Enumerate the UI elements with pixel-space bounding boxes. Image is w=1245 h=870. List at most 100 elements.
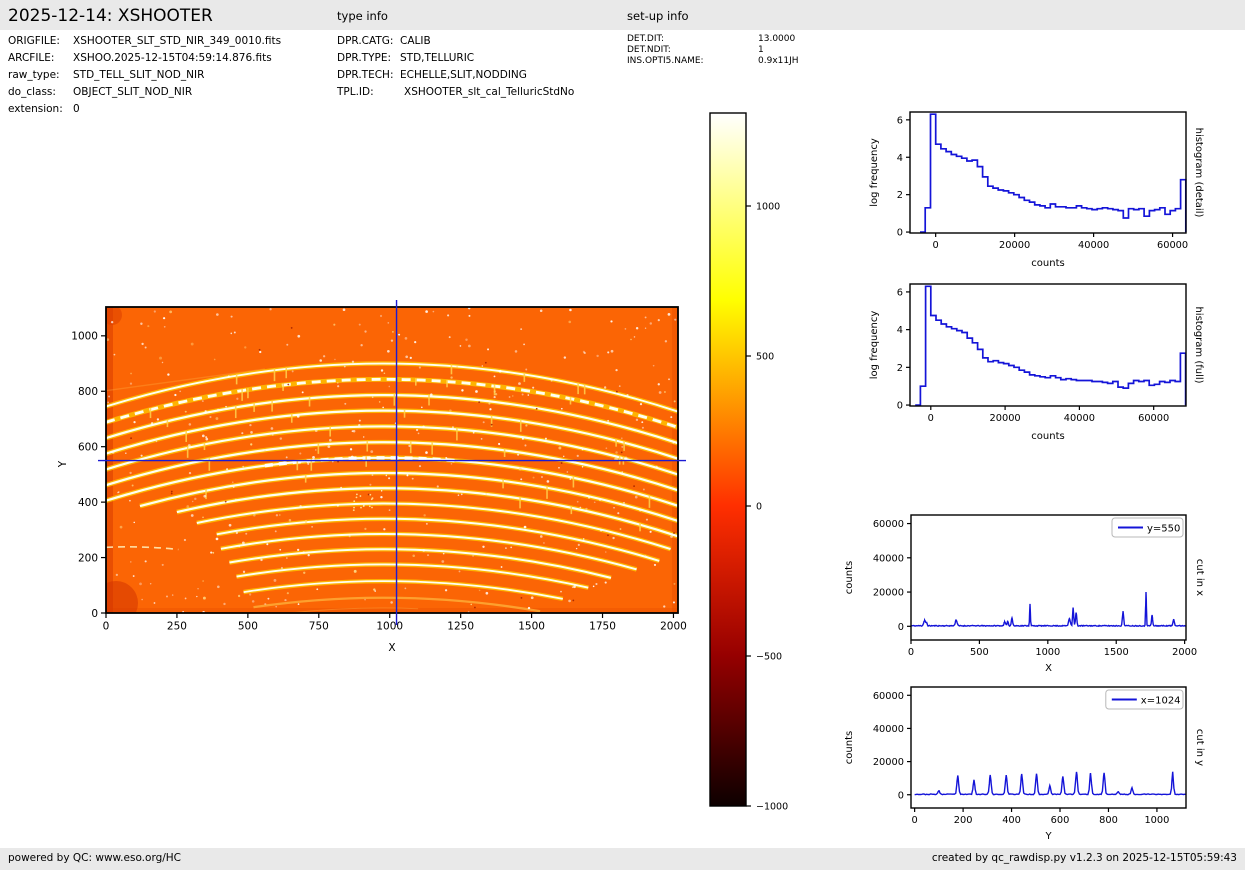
page-title: 2025-12-14: XSHOOTER bbox=[8, 6, 213, 26]
tick-label: 4 bbox=[897, 325, 903, 336]
file-info-label: raw_type: bbox=[8, 69, 60, 81]
tick-label: 20000 bbox=[990, 413, 1021, 424]
type-info-label: DPR.TECH: bbox=[337, 69, 394, 81]
tick-label: 600 bbox=[1051, 815, 1070, 826]
file-info-label: do_class: bbox=[8, 86, 56, 98]
right-axis-label: histogram (full) bbox=[1193, 306, 1204, 383]
plots-canvas: 0 250 500 750 1000 1250 1500 1750 20000200400600… bbox=[57, 111, 1205, 842]
tick-label: 0 bbox=[91, 608, 98, 620]
colorbar-tick-label: 1000 bbox=[756, 202, 780, 213]
tick-label: 500 bbox=[970, 647, 989, 658]
tick-label: 1000 bbox=[376, 621, 403, 633]
right-axis-label: histogram (detail) bbox=[1193, 128, 1204, 218]
type-info-value: STD,TELLURIC bbox=[400, 52, 475, 64]
tick-label: 1750 bbox=[589, 621, 616, 633]
tick-label: 60000 bbox=[873, 691, 904, 702]
setup-info-heading: set-up info bbox=[627, 9, 689, 23]
tick-label: 200 bbox=[954, 815, 973, 826]
tick-label: 6 bbox=[897, 115, 903, 126]
tick-label: 20000 bbox=[999, 240, 1030, 251]
x-axis-label: counts bbox=[1031, 258, 1064, 269]
footer-left: powered by QC: www.eso.org/HC bbox=[8, 852, 182, 864]
detector-image bbox=[106, 307, 678, 613]
hist_detail-plot: 0 20000 40000 60000 0 2 4 6 counts log frequency h… bbox=[869, 111, 1204, 269]
setup-info-value: 13.0000 bbox=[758, 34, 796, 44]
tick-label: 1250 bbox=[447, 621, 474, 633]
legend: y=550 bbox=[1111, 517, 1184, 538]
file-info-value: XSHOOTER_SLT_STD_NIR_349_0010.fits bbox=[73, 35, 282, 47]
setup-info-label: INS.OPTI5.NAME: bbox=[627, 56, 704, 66]
type-info-value: ECHELLE,SLIT,NODDING bbox=[400, 69, 527, 81]
setup-info-value: 1 bbox=[758, 45, 764, 55]
tick-label: 4 bbox=[897, 153, 903, 164]
tick-label: 2000 bbox=[660, 621, 687, 633]
x-axis-label: X bbox=[1045, 663, 1052, 674]
setup-info-label: DET.NDIT: bbox=[627, 45, 671, 55]
histogram-step-line bbox=[920, 113, 1187, 233]
tick-label: 750 bbox=[309, 621, 329, 633]
tick-label: 500 bbox=[238, 621, 258, 633]
tick-label: 250 bbox=[167, 621, 187, 633]
tick-label: 1000 bbox=[1035, 647, 1060, 658]
cut-profile-line bbox=[914, 771, 1187, 796]
tick-label: 20000 bbox=[873, 757, 904, 768]
file-info-label: ORIGFILE: bbox=[8, 35, 60, 47]
y-axis-label: Y bbox=[57, 460, 69, 468]
cut_x-plot: 0 500 1000 1500 20000200004000060000Xcounts c… bbox=[844, 514, 1205, 674]
colorbar-gradient bbox=[710, 113, 746, 806]
file-info-value: STD_TELL_SLIT_NOD_NIR bbox=[73, 69, 205, 81]
legend: x=1024 bbox=[1105, 689, 1184, 710]
tick-label: 400 bbox=[1002, 815, 1021, 826]
tick-label: 20000 bbox=[873, 588, 904, 599]
y-axis-label: log frequency bbox=[869, 138, 880, 207]
tick-label: 400 bbox=[78, 497, 98, 509]
tick-label: 0 bbox=[103, 621, 110, 633]
y-axis-label: counts bbox=[844, 731, 855, 764]
right-axis-label: cut in x bbox=[1194, 559, 1205, 596]
file-info-value: 0 bbox=[73, 103, 80, 115]
tick-label: 0 bbox=[898, 790, 904, 801]
colorbar-tick-label: −1000 bbox=[756, 802, 788, 813]
hist_full-plot: 0 20000 40000 60000 0 2 4 6 counts log frequency h… bbox=[869, 283, 1204, 442]
x-axis-label: counts bbox=[1031, 431, 1064, 442]
file-info-label: extension: bbox=[8, 103, 63, 115]
type-info-value: CALIB bbox=[400, 35, 431, 47]
tick-label: 0 bbox=[908, 647, 914, 658]
tick-label: 60000 bbox=[873, 519, 904, 530]
y-axis-label: counts bbox=[844, 561, 855, 594]
main-image-plot: 0 250 500 750 1000 1250 1500 1750 2000 0 200 400 600… bbox=[57, 300, 687, 654]
footer-right: created by qc_rawdisp.py v1.2.3 on 2025-… bbox=[931, 852, 1237, 864]
type-info-heading: type info bbox=[337, 9, 388, 23]
tick-label: 2 bbox=[897, 190, 903, 201]
tick-label: 1500 bbox=[1104, 647, 1129, 658]
tick-label: 600 bbox=[78, 441, 98, 453]
file-info-label: ARCFILE: bbox=[8, 52, 55, 64]
file-info-value: XSHOO.2025-12-15T04:59:14.876.fits bbox=[73, 52, 272, 64]
tick-label: 800 bbox=[78, 386, 98, 398]
setup-info-value: 0.9x11JH bbox=[758, 56, 799, 66]
tick-label: 40000 bbox=[1078, 240, 1109, 251]
x-axis-label: X bbox=[388, 642, 395, 654]
tick-label: 40000 bbox=[873, 724, 904, 735]
legend-label: y=550 bbox=[1147, 524, 1180, 535]
type-info-label: DPR.CATG: bbox=[337, 35, 394, 47]
colorbar-tick-label: 0 bbox=[756, 502, 762, 513]
type-info-value: XSHOOTER_slt_cal_TelluricStdNo bbox=[404, 86, 575, 98]
tick-label: 40000 bbox=[873, 553, 904, 564]
colorbar-tick-label: −500 bbox=[756, 652, 782, 663]
x-axis-label: Y bbox=[1044, 831, 1052, 842]
tick-label: 800 bbox=[1099, 815, 1118, 826]
qc-rawdisp-report: 0 250 500 750 1000 1250 1500 1750 2000 0 200 400 600… bbox=[0, 0, 1245, 870]
file-info-value: OBJECT_SLIT_NOD_NIR bbox=[73, 86, 193, 98]
histogram-step-line bbox=[915, 285, 1187, 406]
tick-label: 0 bbox=[897, 401, 903, 412]
legend-label: x=1024 bbox=[1141, 696, 1181, 707]
cut-profile-line bbox=[911, 591, 1187, 628]
y-axis-label: log frequency bbox=[869, 311, 880, 380]
tick-label: 6 bbox=[897, 287, 903, 298]
tick-label: 1000 bbox=[71, 331, 98, 343]
right-axis-label: cut in y bbox=[1194, 729, 1205, 766]
tick-label: 0 bbox=[933, 240, 939, 251]
setup-info-label: DET.DIT: bbox=[627, 34, 665, 44]
tick-label: 1500 bbox=[518, 621, 545, 633]
